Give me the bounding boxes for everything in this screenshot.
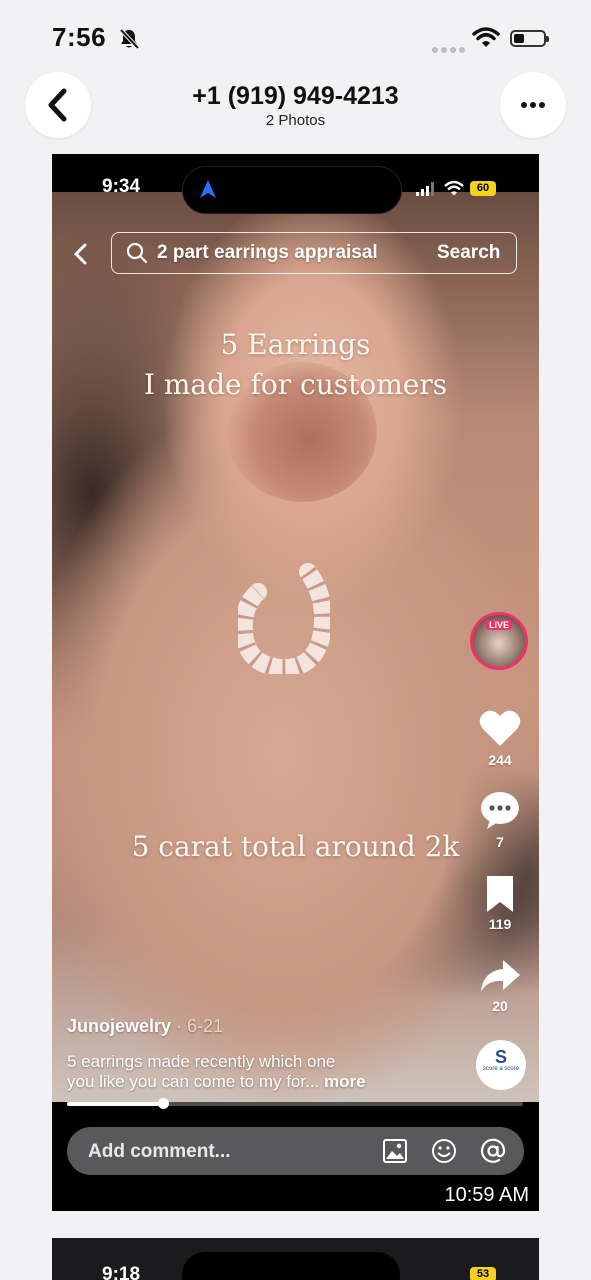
photo-attachment-2[interactable]: 9:18 53: [52, 1238, 539, 1280]
search-button[interactable]: Search: [437, 242, 500, 264]
video-progress[interactable]: [67, 1098, 523, 1109]
inner-battery-2: 53: [470, 1267, 496, 1280]
location-arrow-icon: [200, 180, 216, 198]
author-handle: Junojewelry: [67, 1016, 172, 1036]
like-count: 244: [488, 752, 512, 768]
overlay-caption-1: 5 Earrings: [220, 328, 371, 361]
wifi-icon: [472, 27, 500, 47]
photo-attachment[interactable]: 9:34 60 2 part earrings appraisal Search…: [52, 154, 539, 1211]
status-time: 7:56: [52, 22, 107, 52]
progress-knob[interactable]: [157, 1098, 169, 1109]
signal-icon: [432, 40, 468, 58]
bookmark-icon[interactable]: [478, 874, 522, 914]
live-badge: LIVE: [486, 620, 513, 630]
description-line-2: you like you can come to my for... more: [67, 1072, 366, 1092]
share-count: 20: [492, 998, 508, 1014]
more-link[interactable]: more: [319, 1072, 366, 1091]
search-query: 2 part earrings appraisal: [157, 242, 378, 263]
brand-logo[interactable]: S score a score: [476, 1040, 526, 1090]
overlay-caption-2: I made for customers: [143, 368, 448, 401]
hoop-earring-image: [238, 563, 330, 674]
inner-battery: 60: [470, 181, 496, 196]
bell-slash-icon: [119, 28, 140, 50]
brand-logo-text: score a score: [482, 1066, 519, 1072]
overlay-caption-3: 5 carat total around 2k: [131, 830, 460, 863]
post-date: · 6-21: [171, 1016, 224, 1036]
author-name[interactable]: Junojewelry · 6-21: [67, 1016, 223, 1037]
battery-icon: [510, 30, 549, 47]
inner-status-time: 9:34: [102, 176, 141, 197]
heart-icon[interactable]: [478, 708, 522, 748]
inner-wifi-icon: [444, 180, 464, 196]
search-icon: [126, 242, 148, 264]
dynamic-island-2: [182, 1252, 400, 1280]
share-icon[interactable]: [478, 956, 522, 996]
more-button[interactable]: [500, 72, 566, 138]
inner-signal-icon: [416, 182, 434, 196]
bookmark-count: 119: [488, 916, 512, 932]
description-text: you like you can come to my for...: [67, 1072, 320, 1091]
ellipsis-icon: [521, 102, 545, 108]
inner-status-time-2: 9:18: [102, 1264, 141, 1280]
mention-icon[interactable]: [480, 1138, 506, 1164]
progress-fill: [67, 1102, 163, 1106]
image-icon[interactable]: [382, 1138, 408, 1164]
comment-icon[interactable]: [478, 790, 522, 830]
message-timestamp: 10:59 AM: [444, 1184, 529, 1206]
comment-count: 7: [496, 834, 504, 850]
comment-placeholder: Add comment...: [88, 1141, 231, 1162]
emoji-icon[interactable]: [431, 1138, 457, 1164]
description-line-1: 5 earrings made recently which one: [67, 1052, 336, 1071]
inner-back-icon: [73, 243, 87, 265]
brand-logo-letter: S: [494, 1047, 507, 1067]
